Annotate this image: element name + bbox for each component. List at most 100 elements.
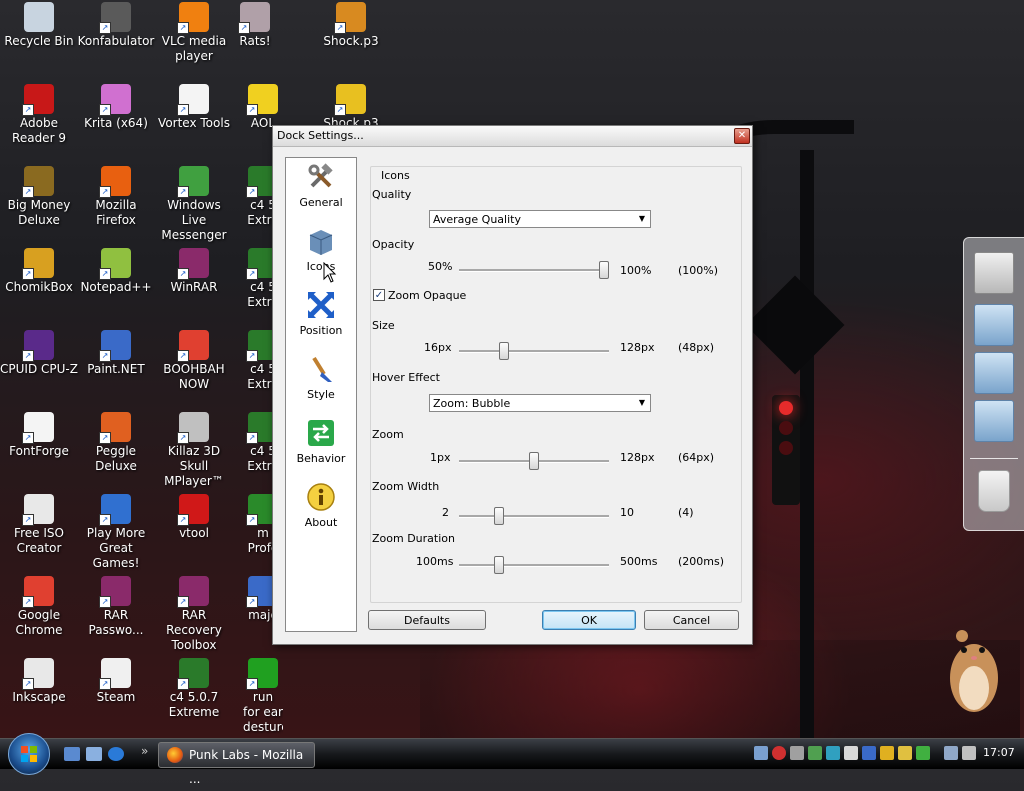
desktop-icon[interactable]: ↗ Shock.p3 [311, 84, 391, 131]
tray-monitor-icon[interactable] [826, 746, 840, 760]
winrar-icon: ↗ [177, 248, 209, 280]
tray-lock-icon[interactable] [898, 746, 912, 760]
sidebar-item-icons[interactable]: Icons [286, 226, 356, 273]
tray-check-icon[interactable] [916, 746, 930, 760]
desktop-icon[interactable]: ↗ Big Money Deluxe [0, 166, 78, 228]
quality-select[interactable]: Average Quality ▼ [429, 210, 651, 228]
clock[interactable]: 17:07 [983, 746, 1015, 759]
recycle-bin-icon[interactable] [978, 470, 1010, 512]
zoom-width-slider-track[interactable] [459, 515, 609, 518]
show-desktop-icon[interactable] [64, 747, 80, 761]
desktop-icon[interactable]: ↗ RAR Passwo... [77, 576, 155, 638]
volume-icon[interactable] [962, 746, 976, 760]
dock-settings-dialog: Dock Settings... ✕ General Icons Positio… [272, 125, 753, 645]
desktop-icon[interactable]: ↗ Notepad++ [77, 248, 155, 295]
wallpaper-lamp-pole [800, 150, 814, 740]
size-slider-thumb[interactable] [499, 342, 510, 360]
folder-green-icon[interactable] [974, 352, 1014, 394]
desktop-icon[interactable]: ↗ Krita (x64) [77, 84, 155, 131]
tray-stop-icon[interactable] [772, 746, 786, 760]
desktop-icon[interactable]: ↗ Mozilla Firefox [77, 166, 155, 228]
desktop-icon[interactable]: ↗ BOOHBAH NOW [155, 330, 233, 392]
shortcut-arrow-icon: ↗ [22, 186, 34, 198]
start-button[interactable] [8, 733, 50, 775]
sidebar-item-label: Behavior [296, 452, 346, 465]
desktop-icon[interactable]: ↗ Play More Great Games! [77, 494, 155, 571]
shortcut-arrow-icon: ↗ [246, 596, 258, 608]
desktop-icon[interactable]: ↗ ChomikBox [0, 248, 78, 295]
tray-chat-icon[interactable] [862, 746, 876, 760]
desktop-icon[interactable]: ↗ Konfabulator [77, 2, 155, 49]
zoom-duration-slider-track[interactable] [459, 564, 609, 567]
size-slider-track[interactable] [459, 350, 609, 353]
recycle-bin-icon [24, 2, 54, 32]
desktop-icon-label: Steam [96, 690, 136, 704]
dialog-titlebar[interactable]: Dock Settings... ✕ [273, 126, 752, 147]
desktop-icon-label: Vortex Tools [158, 116, 230, 130]
shortcut-arrow-icon: ↗ [177, 432, 189, 444]
desktop-icon[interactable]: ↗ FontForge [0, 412, 78, 459]
desktop-icon[interactable]: ↗ Shock.p3 [311, 2, 391, 49]
desktop-icon[interactable]: ↗ Peggle Deluxe [77, 412, 155, 474]
size-max: 128px [620, 341, 655, 354]
sidebar-item-about[interactable]: About [286, 482, 356, 529]
desktop-icon[interactable]: ↗ Steam [77, 658, 155, 705]
tray-messenger-icon[interactable] [808, 746, 822, 760]
taskbar-item-label: Punk Labs - Mozilla ... [189, 748, 304, 786]
desktop-icon[interactable]: ↗ AOL [243, 84, 283, 131]
sidebar-item-general[interactable]: General [286, 162, 356, 209]
internet-explorer-icon[interactable] [108, 747, 124, 761]
shortcut-arrow-icon: ↗ [177, 104, 189, 116]
tray-folder-icon[interactable] [880, 746, 894, 760]
desktop-icon[interactable]: ↗ Rats! [233, 2, 277, 49]
desktop-icon[interactable]: ↗ RAR Recovery Toolbox [155, 576, 233, 653]
desktop-icon[interactable]: ↗ Vortex Tools [155, 84, 233, 131]
zoom-opaque-checkbox[interactable]: ✓ [373, 289, 385, 301]
hamster-widget-icon[interactable] [944, 616, 1006, 716]
desktop-icon[interactable]: ↗ Inkscape [0, 658, 78, 705]
shortcut-arrow-icon: ↗ [177, 678, 189, 690]
tray-network-icon[interactable] [790, 746, 804, 760]
desktop-icon[interactable]: ↗ Killaz 3D Skull MPlayer™ [155, 412, 233, 489]
quicklaunch-overflow-icon[interactable]: » [141, 744, 148, 758]
desktop-icon-label: Big Money Deluxe [7, 198, 71, 227]
monitor-icon[interactable] [974, 252, 1014, 294]
folder-network-icon[interactable] [974, 400, 1014, 442]
desktop-icon-label: Free ISO Creator [14, 526, 64, 555]
desktop-icon[interactable]: ↗ WinRAR [155, 248, 233, 295]
desktop-icon[interactable]: ↗ Google Chrome [0, 576, 78, 638]
switch-windows-icon[interactable] [86, 747, 102, 761]
desktop-icon[interactable]: ↗run for ear desturction [243, 658, 283, 735]
chrome-icon: ↗ [22, 576, 54, 608]
opacity-slider-thumb[interactable] [599, 261, 609, 279]
close-icon[interactable]: ✕ [734, 128, 750, 144]
desktop-icon-label: Notepad++ [80, 280, 152, 294]
tray-app-icon[interactable] [754, 746, 768, 760]
tray-connection-icon[interactable] [944, 746, 958, 760]
desktop-icon[interactable]: ↗ Adobe Reader 9 [0, 84, 78, 146]
folder-icon[interactable] [974, 304, 1014, 346]
zoom-width-slider-thumb[interactable] [494, 507, 504, 525]
desktop-icon[interactable]: ↗ Windows Live Messenger [155, 166, 233, 243]
tray-window-icon[interactable] [844, 746, 858, 760]
sidebar-item-style[interactable]: Style [286, 354, 356, 401]
taskbar-item-firefox[interactable]: Punk Labs - Mozilla ... [158, 742, 315, 786]
cancel-button[interactable]: Cancel [644, 610, 739, 630]
desktop-icon[interactable]: Recycle Bin [0, 2, 78, 49]
shortcut-arrow-icon: ↗ [99, 186, 111, 198]
sidebar-item-position[interactable]: Position [286, 290, 356, 337]
desktop-icon[interactable]: ↗ Free ISO Creator [0, 494, 78, 556]
desktop-icon[interactable]: ↗ c4 5.0.7 Extreme [155, 658, 233, 720]
sidebar-item-behavior[interactable]: Behavior [286, 418, 356, 465]
desktop-icon[interactable]: ↗ VLC media player [155, 2, 233, 64]
zoom-duration-slider-thumb[interactable] [494, 556, 504, 574]
opacity-slider-track[interactable] [459, 269, 609, 272]
desktop-icon[interactable]: ↗ CPUID CPU-Z [0, 330, 78, 377]
ok-button[interactable]: OK [542, 610, 636, 630]
desktop-icon[interactable]: ↗ Paint.NET [77, 330, 155, 377]
desktop-icon-label: BOOHBAH NOW [163, 362, 225, 391]
defaults-button[interactable]: Defaults [368, 610, 486, 630]
zoom-slider-thumb[interactable] [529, 452, 539, 470]
desktop-icon[interactable]: ↗ vtool [155, 494, 233, 541]
hover-effect-select[interactable]: Zoom: Bubble ▼ [429, 394, 651, 412]
